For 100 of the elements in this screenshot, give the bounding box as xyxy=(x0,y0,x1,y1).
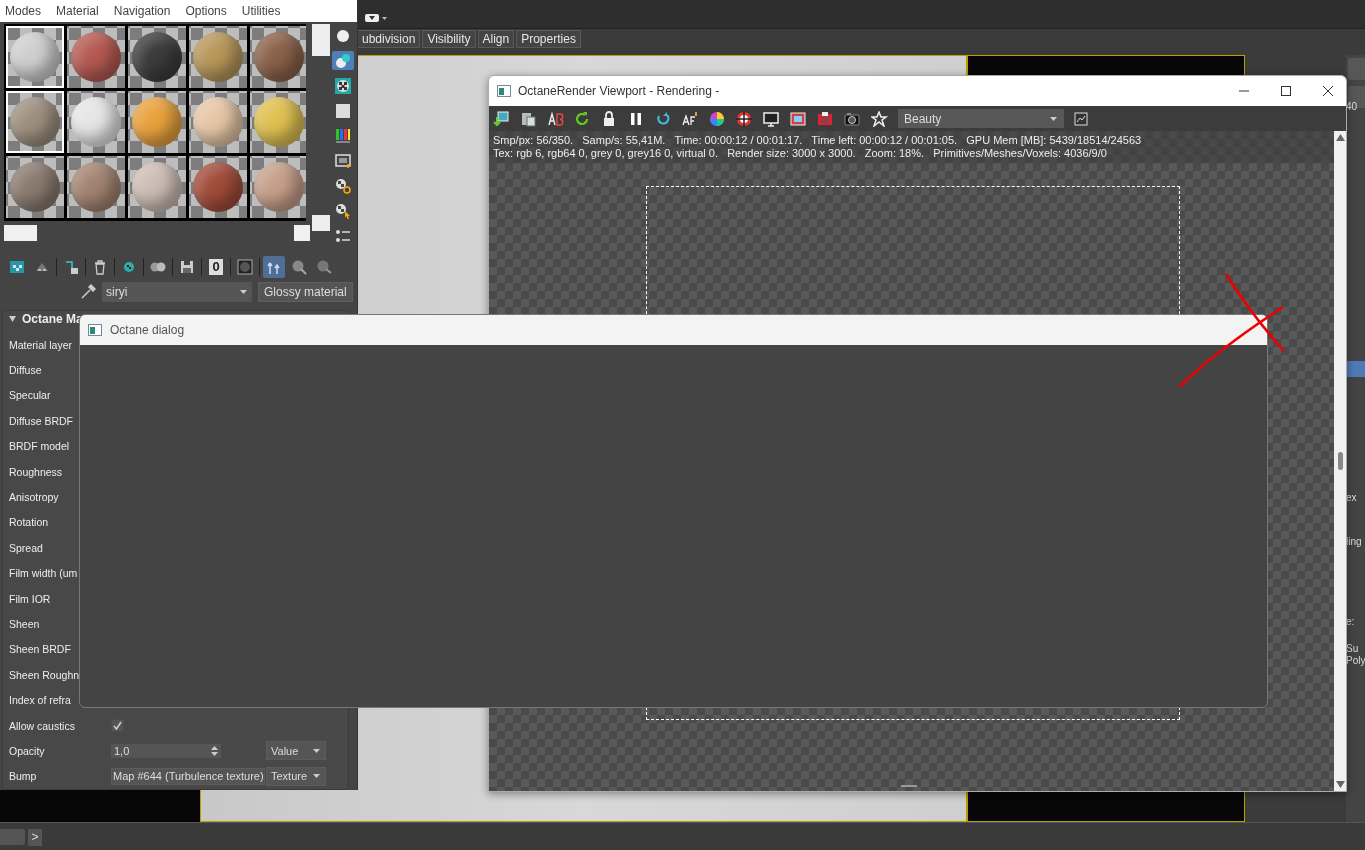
panel-label: ling xyxy=(1346,536,1362,548)
sample-slot[interactable] xyxy=(67,156,125,218)
trash-icon xyxy=(92,258,108,275)
tool-button[interactable] xyxy=(263,255,285,278)
ribbon-tab[interactable]: Visibility xyxy=(422,30,476,48)
menu-item[interactable]: Modes xyxy=(5,4,42,18)
dropdown-icon[interactable] xyxy=(365,13,389,23)
eyedropper-icon[interactable] xyxy=(80,283,96,300)
maximize-icon[interactable] xyxy=(1280,85,1292,97)
sample-slot[interactable] xyxy=(128,26,186,88)
split-letters-icon[interactable] xyxy=(547,110,565,127)
parameter-label: Film width (um xyxy=(9,567,77,580)
tool-button[interactable] xyxy=(332,151,354,170)
parameter-label: Diffuse BRDF xyxy=(9,414,74,427)
material-type-button[interactable]: Glossy material xyxy=(258,281,353,302)
material-name-dropdown[interactable]: siryi xyxy=(102,281,252,302)
map-button[interactable]: Map #644 (Turbulence texture) xyxy=(111,767,265,785)
color-wheel-icon[interactable] xyxy=(709,110,727,127)
monitor-icon[interactable] xyxy=(763,110,781,127)
checker-gear-icon xyxy=(335,177,351,194)
panel-field[interactable] xyxy=(1348,58,1365,80)
panel-field[interactable] xyxy=(1348,86,1365,108)
mode-text: Value xyxy=(271,744,299,757)
caret-icon xyxy=(1049,114,1058,123)
sample-slot[interactable] xyxy=(67,26,125,88)
ribbon-tab[interactable]: Properties xyxy=(516,30,581,48)
image-settings-icon[interactable] xyxy=(1073,110,1089,127)
menu-item[interactable]: Utilities xyxy=(241,4,281,18)
ribbon-tab[interactable]: ubdivision xyxy=(357,30,421,48)
sphere-icon xyxy=(335,27,351,44)
focus-picker-icon[interactable] xyxy=(682,110,700,127)
scroll-up-icon[interactable] xyxy=(1335,134,1345,141)
tool-button[interactable] xyxy=(332,51,354,70)
sample-slot[interactable] xyxy=(6,91,64,153)
render-pass-text: Beauty xyxy=(904,111,942,126)
sample-slot[interactable] xyxy=(250,26,306,88)
sample-slot[interactable] xyxy=(67,91,125,153)
scrollbar-thumb[interactable] xyxy=(4,225,37,241)
menu-item[interactable]: Options xyxy=(185,4,227,18)
image-arrow-icon[interactable] xyxy=(493,110,511,127)
sample-slot[interactable] xyxy=(189,156,247,218)
checkbox[interactable] xyxy=(111,719,124,732)
square-icon xyxy=(335,102,351,119)
ribbon-tab[interactable]: Align xyxy=(477,30,515,48)
arrow-into-box-icon xyxy=(63,258,79,275)
parameter-label: Diffuse xyxy=(9,364,43,377)
framed-image-icon[interactable] xyxy=(790,110,808,127)
scroll-down-icon[interactable] xyxy=(1335,781,1345,788)
parameter-label: Anisotropy xyxy=(9,491,60,503)
mode-dropdown[interactable]: Value xyxy=(266,741,326,761)
parameter-label: Film IOR xyxy=(9,592,52,605)
app-icon xyxy=(88,324,102,336)
render-stats-text: Tex: rgb 6, rgb64 0, grey 0, grey16 0, virtual 0. Render size: 3000 x 3000. Zoom: 18%. Primitives/Meshes/Voxels: 4036/9/0 xyxy=(493,147,1108,160)
resize-handle[interactable] xyxy=(901,785,917,787)
tool-button[interactable] xyxy=(332,76,354,95)
app-icon xyxy=(497,85,511,97)
photo-frame-icon[interactable] xyxy=(817,110,835,127)
color-bars-icon xyxy=(335,127,351,144)
clipboard-icon[interactable] xyxy=(520,110,538,127)
scrollbar-thumb[interactable] xyxy=(312,24,330,56)
checker-folder-icon xyxy=(9,258,25,275)
parameter-label: Material layer xyxy=(9,338,74,351)
status-field[interactable] xyxy=(0,829,25,845)
camera-icon[interactable] xyxy=(844,110,862,127)
mode-dropdown[interactable]: Texture xyxy=(266,766,326,786)
scrollbar-thumb[interactable] xyxy=(1337,452,1343,470)
material-name-text: siryi xyxy=(106,284,128,299)
menu-item[interactable]: Navigation xyxy=(113,4,171,18)
parameter-label: BRDF model xyxy=(9,440,71,453)
caret-icon xyxy=(239,287,248,296)
dialog-title: Octane dialog xyxy=(110,323,185,337)
render-pass-dropdown[interactable]: Beauty xyxy=(898,109,1064,128)
render-stats-text: Smp/px: 56/350. Samp/s: 55,41M. Time: 00:00:12 / 00:01:17. Time left: 00:00:12 / 00:01:05. GPU Mem [MB]: 5439/18514/24563 xyxy=(493,134,1143,147)
parameter-label: Allow caustics xyxy=(9,719,76,732)
parameter-label: Rotation xyxy=(9,516,50,529)
panel-label: Poly xyxy=(1346,655,1365,667)
number-spinner[interactable]: 1,0 xyxy=(111,743,221,758)
panel-label: 40 xyxy=(1346,101,1358,113)
parameter-label: Sheen BRDF xyxy=(9,643,72,656)
spinner-arrows-icon xyxy=(211,745,218,756)
scrollbar[interactable] xyxy=(1334,131,1346,791)
expand-button[interactable]: > xyxy=(28,828,42,846)
target-icon[interactable] xyxy=(736,110,754,127)
panel-label: Su xyxy=(1346,643,1359,655)
parameter-label: Sheen xyxy=(9,617,41,630)
film-frame-icon xyxy=(335,152,351,169)
spinner-value: 1,0 xyxy=(114,744,130,757)
parameter-label: Sheen Roughn xyxy=(9,668,77,681)
two-spheres-icon xyxy=(335,52,351,69)
collapse-triangle-icon[interactable] xyxy=(8,315,17,324)
menu-item[interactable]: Material xyxy=(56,4,99,18)
close-icon[interactable] xyxy=(1322,85,1334,97)
parameter-label: Spread xyxy=(9,541,44,554)
caret-icon xyxy=(312,772,321,781)
parameter-label: Specular xyxy=(9,389,52,402)
mode-text: Texture xyxy=(271,770,308,783)
window-title: OctaneRender Viewport - Rendering - xyxy=(518,84,720,98)
sample-slot[interactable] xyxy=(6,156,64,218)
sample-slot[interactable] xyxy=(6,26,64,88)
list-icon xyxy=(335,227,351,244)
